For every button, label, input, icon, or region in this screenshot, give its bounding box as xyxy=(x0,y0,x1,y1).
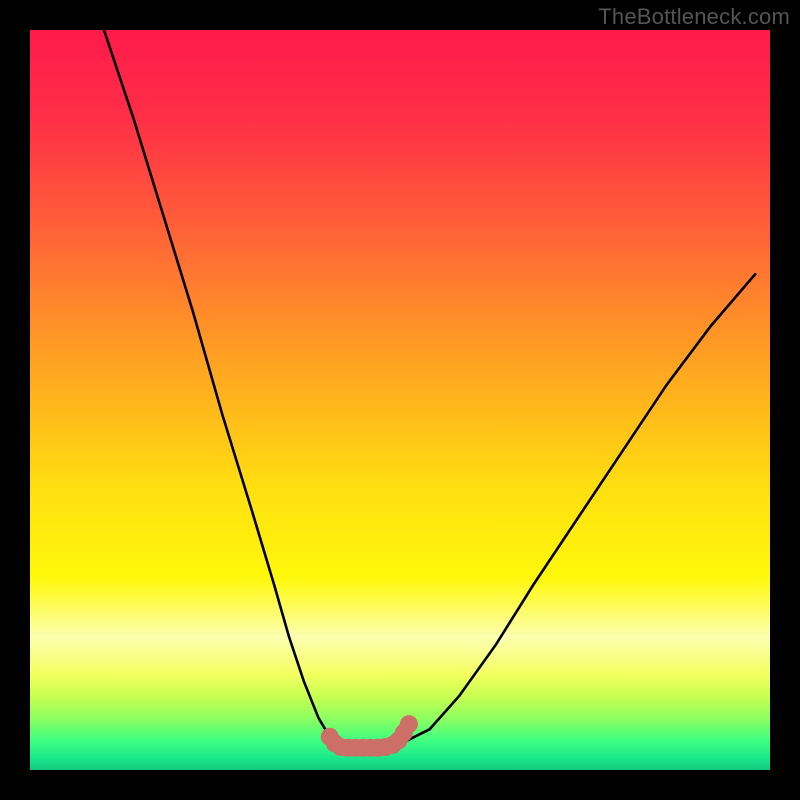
plot-area xyxy=(30,30,770,770)
fit-point xyxy=(400,715,418,733)
plot-svg xyxy=(30,30,770,770)
frame: TheBottleneck.com xyxy=(0,0,800,800)
watermark-text: TheBottleneck.com xyxy=(598,4,790,30)
